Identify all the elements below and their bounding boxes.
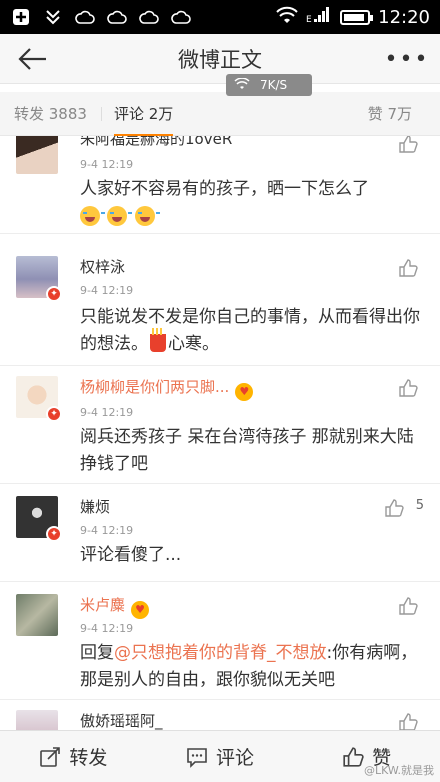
like-button[interactable]: [396, 376, 420, 400]
comment-icon: [187, 747, 207, 768]
laugh-cry-emoji-icon: [134, 206, 160, 226]
comment-list[interactable]: 朱阿福是赫海的1oveR 9-4 12:19 人家好不容易有的孩子，晒一下怎么了…: [0, 136, 440, 730]
avatar[interactable]: [16, 710, 58, 730]
watermark: @LKW.就是我: [363, 764, 434, 777]
comment-author[interactable]: 米卢麋 ♥: [80, 594, 150, 619]
comment-author[interactable]: 杨柳柳是你们两只脚... ♥: [80, 376, 254, 401]
heart-eyes-emoji-icon: ♥: [235, 383, 254, 401]
comment-author[interactable]: 傲娇瑶瑶阿_: [80, 710, 163, 730]
verified-badge-icon: ✦: [46, 406, 62, 422]
avatar[interactable]: ✦: [16, 496, 62, 542]
fries-emoji-icon: [150, 328, 166, 352]
repost-icon: [40, 746, 61, 767]
back-button[interactable]: [16, 42, 50, 76]
verified-badge-icon: ✦: [46, 286, 62, 302]
wifi-icon: [276, 6, 298, 29]
comment-text: 评论看傻了...: [80, 545, 182, 565]
comment-text: 人家好不容易有的孩子，晒一下怎么了: [80, 176, 420, 232]
download-icon: [42, 8, 64, 26]
battery-icon: [340, 9, 374, 25]
like-button[interactable]: [396, 136, 420, 156]
comment-item: ✦ 嫌烦 9-4 12:19 评论看傻了... 5: [0, 484, 440, 582]
comment-time: 9-4 12:19: [80, 406, 134, 419]
laugh-cry-emoji-icon: [80, 206, 105, 226]
network-speed-toast: 7K/S: [226, 74, 312, 96]
heart-eyes-emoji-icon: ♥: [131, 601, 150, 619]
avatar[interactable]: ✦: [16, 256, 62, 302]
comment-time: 9-4 12:19: [80, 622, 134, 635]
thumbs-up-icon: [399, 379, 418, 397]
avatar[interactable]: ✦: [16, 376, 62, 422]
comment-author-name: 米卢麋: [80, 596, 126, 614]
avatar[interactable]: [16, 594, 58, 636]
like-button[interactable]: [396, 710, 420, 730]
comment-item: 米卢麋 ♥ 9-4 12:19 回复@只想抱着你的背脊_不想放:你有病啊，那是别人…: [0, 582, 440, 700]
comment-author[interactable]: 权梓泳: [80, 256, 125, 277]
more-icon: •••: [384, 46, 430, 72]
tab-divider: [100, 106, 102, 121]
header: 微博正文 •••: [0, 34, 440, 84]
like-button[interactable]: [396, 256, 420, 280]
thumbs-up-icon: [399, 597, 418, 615]
wifi-icon: [234, 76, 250, 93]
tab-likes[interactable]: 赞 7万: [368, 103, 412, 124]
repost-button[interactable]: 转发: [0, 743, 147, 770]
thumbs-up-icon: [399, 136, 418, 153]
bottom-action-bar: 转发 评论 赞 @LKW.就是我: [0, 730, 440, 782]
network-speed: 7K/S: [260, 78, 288, 92]
tab-bar: 转发 3883 评论 2万 赞 7万: [0, 92, 440, 136]
thumbs-up-icon: [399, 259, 418, 277]
comment-label: 评论: [216, 747, 255, 769]
verified-badge-icon: ✦: [46, 526, 62, 542]
comment-time: 9-4 12:19: [80, 158, 134, 171]
mention-link[interactable]: @只想抱着你的背脊_不想放: [114, 643, 327, 663]
tab-reposts[interactable]: 转发 3883: [14, 103, 87, 124]
like-button[interactable]: [396, 594, 420, 618]
comment-text-tail: 心寒。: [168, 334, 219, 354]
thumbs-up-icon: [385, 499, 404, 517]
comment-item: ✦ 杨柳柳是你们两只脚... ♥ 9-4 12:19 阅兵还秀孩子 呆在台湾待孩子…: [0, 366, 440, 484]
signal-icon: E: [306, 6, 332, 29]
comment-item: 朱阿福是赫海的1oveR 9-4 12:19 人家好不容易有的孩子，晒一下怎么了: [0, 136, 440, 234]
cloud-icon: [74, 8, 96, 26]
tab-comments[interactable]: 评论 2万: [113, 103, 174, 136]
more-button[interactable]: •••: [385, 42, 428, 76]
comment-item: ✦ 权梓泳 9-4 12:19 只能说发不发是你自己的事情，从而看得出你的想法。…: [0, 234, 440, 366]
comment-time: 9-4 12:19: [80, 524, 134, 537]
cloud-icon: [138, 8, 160, 26]
thumbs-up-icon: [343, 746, 364, 767]
like-button[interactable]: [382, 496, 406, 520]
reply-prefix: 回复: [80, 643, 114, 663]
like-count: 5: [415, 498, 424, 513]
thumbs-up-icon: [399, 713, 418, 730]
comment-text: 阅兵还秀孩子 呆在台湾待孩子 那就别来大陆挣钱了吧: [80, 427, 414, 474]
svg-text:E: E: [306, 15, 312, 24]
comment-author-name: 杨柳柳是你们两只脚...: [80, 378, 230, 396]
comment-text: 只能说发不发是你自己的事情，从而看得出你的想法。 心寒。: [80, 304, 420, 358]
status-bar: E 12:20: [0, 0, 440, 34]
comment-author[interactable]: 朱阿福是赫海的1oveR: [80, 136, 232, 149]
avatar[interactable]: [16, 136, 58, 174]
comment-item: 傲娇瑶瑶阿_: [0, 700, 440, 730]
comment-button[interactable]: 评论: [147, 743, 294, 770]
status-time: 12:20: [378, 6, 430, 28]
comment-text-body: 只能说发不发是你自己的事情，从而看得出你的想法。: [80, 307, 420, 354]
arrow-left-icon: [18, 48, 46, 70]
comment-time: 9-4 12:19: [80, 284, 134, 297]
comment-text: 回复@只想抱着你的背脊_不想放:你有病啊，那是别人的自由，跟你貌似无关吧: [80, 640, 420, 694]
cloud-icon: [170, 8, 192, 26]
comment-text-body: 人家好不容易有的孩子，晒一下怎么了: [80, 179, 369, 199]
page-title: 微博正文: [178, 47, 262, 72]
repost-label: 转发: [69, 747, 108, 769]
comment-author[interactable]: 嫌烦: [80, 496, 110, 517]
cloud-icon: [106, 8, 128, 26]
laugh-cry-emoji-icon: [107, 206, 133, 226]
plus-box-icon: [10, 8, 32, 26]
